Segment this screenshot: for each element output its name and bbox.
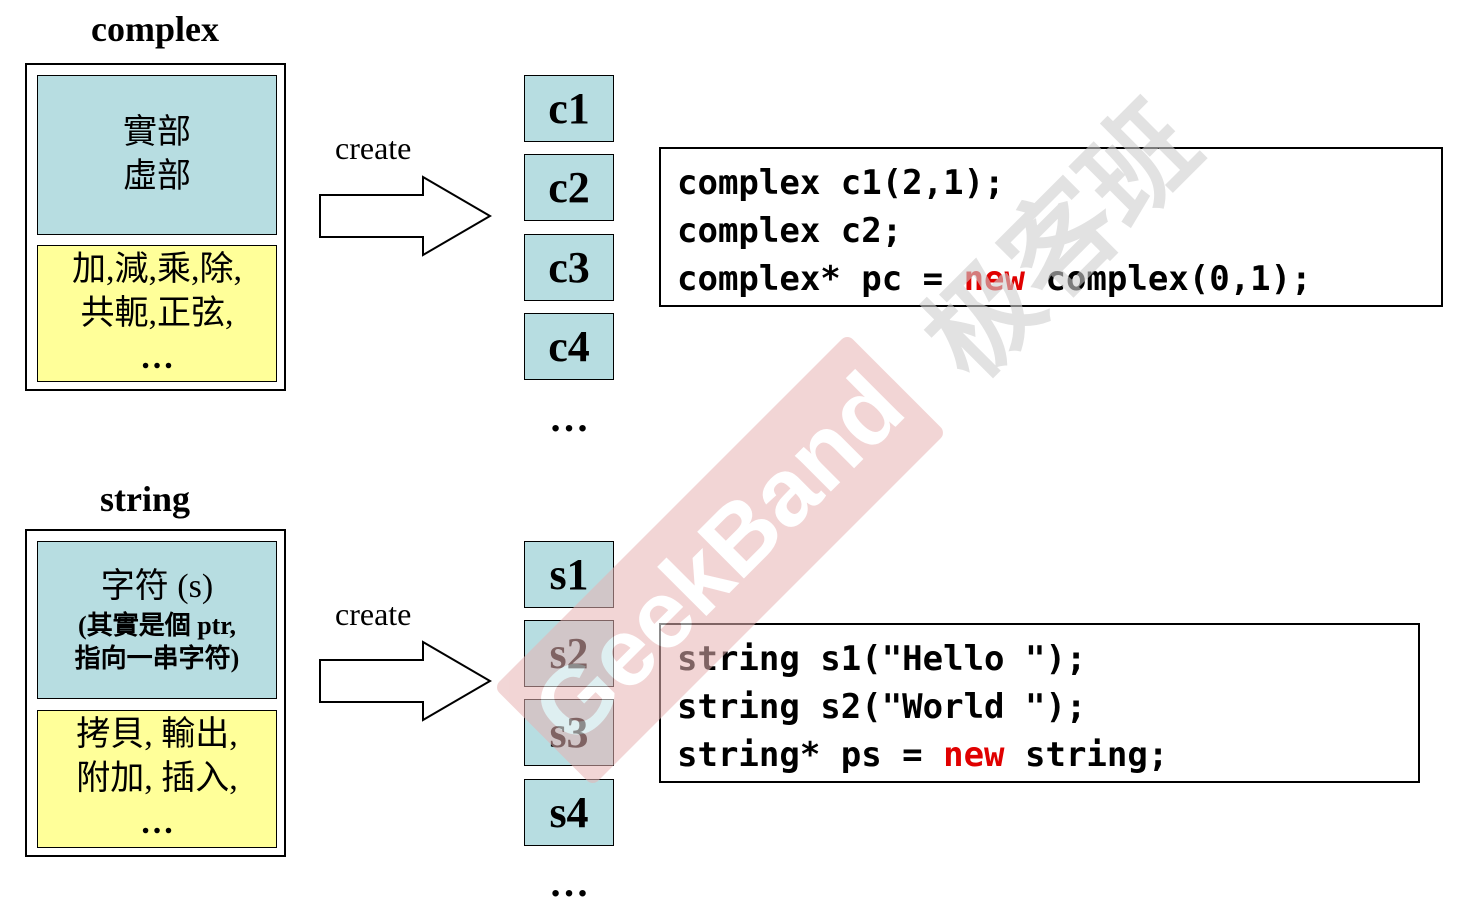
complex-data-imag: 虛部 xyxy=(123,158,191,195)
string-data-note2: 指向一串字符) xyxy=(74,644,240,673)
string-data-note1: (其實是個 ptr, xyxy=(78,611,236,640)
complex-create-label: create xyxy=(335,130,412,166)
complex-objects-ellipsis: … xyxy=(549,395,589,440)
complex-code-line1: complex c1(2,1); xyxy=(677,163,1005,203)
object-c3: c3 xyxy=(524,234,614,301)
string-methods-line2: 附加, 插入, xyxy=(76,760,238,797)
string-objects-ellipsis: … xyxy=(549,860,589,905)
complex-methods-ellipsis: … xyxy=(140,338,174,376)
complex-create-arrow-icon xyxy=(319,175,492,257)
string-code-line2: string s2("World "); xyxy=(677,687,1087,727)
string-create-label: create xyxy=(335,596,412,632)
object-c4: c4 xyxy=(524,313,614,380)
string-methods-line1: 拷貝, 輸出, xyxy=(76,716,238,753)
string-class-box: 字符 (s) (其實是個 ptr, 指向一串字符) 拷貝, 輸出, 附加, 插入… xyxy=(25,529,286,857)
complex-methods-line1: 加,減,乘,除, xyxy=(72,250,242,288)
string-methods-block: 拷貝, 輸出, 附加, 插入, … xyxy=(37,710,277,848)
complex-class-box: 實部 虛部 加,減,乘,除, 共軛,正弦, … xyxy=(25,63,286,391)
object-s1: s1 xyxy=(524,541,614,608)
complex-code-new-keyword: new xyxy=(963,259,1025,299)
string-code-box: string s1("Hello "); string s2("World ");… xyxy=(659,623,1420,783)
complex-title: complex xyxy=(91,9,219,49)
string-create-arrow-icon xyxy=(319,640,492,722)
complex-methods-line2: 共軛,正弦, xyxy=(80,294,234,332)
string-code-new-keyword: new xyxy=(943,735,1005,775)
object-c2: c2 xyxy=(524,154,614,221)
complex-data-block: 實部 虛部 xyxy=(37,75,277,235)
complex-code-line3-suffix: complex(0,1); xyxy=(1025,259,1312,299)
string-methods-ellipsis: … xyxy=(140,804,174,841)
object-s4: s4 xyxy=(524,779,614,846)
string-title: string xyxy=(100,479,190,519)
complex-data-real: 實部 xyxy=(123,114,191,151)
string-data-block: 字符 (s) (其實是個 ptr, 指向一串字符) xyxy=(37,541,277,699)
string-code-line3: string* ps = new string; xyxy=(677,731,1418,779)
complex-code-line3-prefix: complex* pc = xyxy=(677,259,964,299)
complex-code-line2: complex c2; xyxy=(677,211,903,251)
complex-code-line3: complex* pc = new complex(0,1); xyxy=(677,255,1441,303)
complex-code-box: complex c1(2,1); complex c2; complex* pc =… xyxy=(659,147,1443,307)
object-s2: s2 xyxy=(524,620,614,687)
object-c1: c1 xyxy=(524,75,614,142)
complex-methods-block: 加,減,乘,除, 共軛,正弦, … xyxy=(37,245,277,382)
string-code-line3-prefix: string* ps = xyxy=(677,735,944,775)
string-data-title-text: 字符 (s) xyxy=(100,568,214,605)
string-code-line3-suffix: string; xyxy=(1004,735,1169,775)
object-s3: s3 xyxy=(524,699,614,766)
string-code-line1: string s1("Hello "); xyxy=(677,639,1087,679)
string-data-title: 字符 (s) xyxy=(101,565,213,609)
